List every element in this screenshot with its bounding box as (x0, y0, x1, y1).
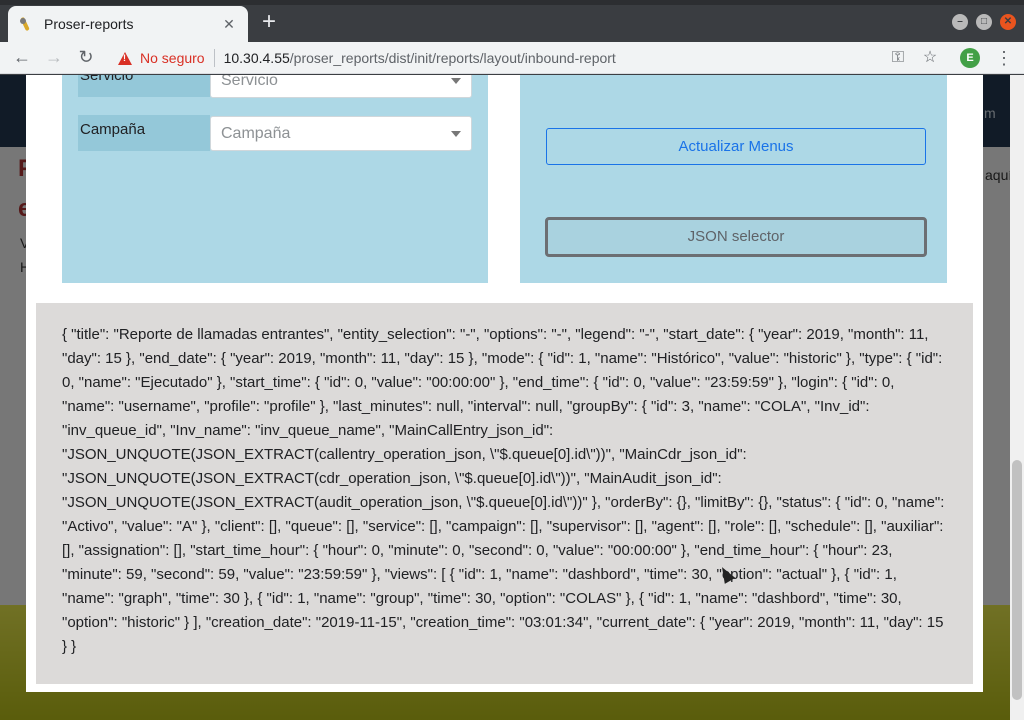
url-path: /proser_reports/dist/init/reports/layout… (289, 50, 616, 66)
address-bar[interactable]: No seguro 10.30.4.55/proser_reports/dist… (106, 44, 944, 72)
browser-menu-icon[interactable]: ⋮ (994, 48, 1014, 68)
page-scrollbar[interactable] (1010, 75, 1024, 720)
profile-avatar[interactable]: E (960, 48, 980, 68)
url-host: 10.30.4.55 (223, 50, 290, 66)
json-output-area: { "title": "Reporte de llamadas entrante… (36, 303, 973, 684)
json-report-modal: Servicio Servicio Campaña Campaña Actual… (26, 75, 983, 692)
close-window-button[interactable]: ✕ (1000, 14, 1016, 30)
forward-button[interactable]: → (38, 42, 70, 74)
filters-panel: Servicio Servicio Campaña Campaña (62, 75, 488, 283)
campana-select[interactable]: Campaña (210, 116, 472, 151)
strip-top-edge (0, 0, 1024, 5)
field-label-servicio: Servicio (78, 75, 210, 97)
browser-toolbar: ← → ↻ No seguro 10.30.4.55/proser_report… (0, 42, 1024, 74)
maximize-window-button[interactable]: □ (976, 14, 992, 30)
key-icon[interactable]: ⚿ (888, 48, 908, 68)
browser-tab[interactable]: Proser-reports ✕ (8, 6, 248, 42)
site-favicon-icon (18, 16, 34, 32)
bookmark-star-icon[interactable]: ☆ (920, 48, 940, 68)
new-tab-button[interactable]: + (256, 10, 282, 36)
page-viewport: P e V H aquí m Servicio Servicio Campaña… (0, 75, 1024, 720)
json-selector-button[interactable]: JSON selector (545, 217, 927, 257)
back-button[interactable]: ← (6, 42, 38, 74)
reload-button[interactable]: ↻ (70, 42, 102, 74)
field-label-campana: Campaña (78, 115, 210, 151)
minimize-window-button[interactable]: – (952, 14, 968, 30)
servicio-select[interactable]: Servicio (210, 75, 472, 98)
json-output-text: { "title": "Reporte de llamadas entrante… (62, 326, 945, 655)
tab-close-icon[interactable]: ✕ (220, 16, 238, 33)
actions-panel: Actualizar Menus JSON selector (520, 75, 947, 283)
warning-icon (118, 51, 132, 65)
browser-tab-strip: Proser-reports ✕ + – □ ✕ (0, 0, 1024, 42)
update-menus-button[interactable]: Actualizar Menus (546, 128, 926, 165)
scrollbar-thumb[interactable] (1012, 460, 1022, 700)
campana-placeholder: Campaña (221, 124, 291, 142)
chevron-down-icon (451, 77, 461, 84)
chevron-down-icon (451, 130, 461, 137)
security-status[interactable]: No seguro (140, 50, 205, 66)
address-divider (213, 49, 215, 67)
tab-title: Proser-reports (44, 16, 134, 32)
servicio-placeholder: Servicio (221, 75, 278, 89)
